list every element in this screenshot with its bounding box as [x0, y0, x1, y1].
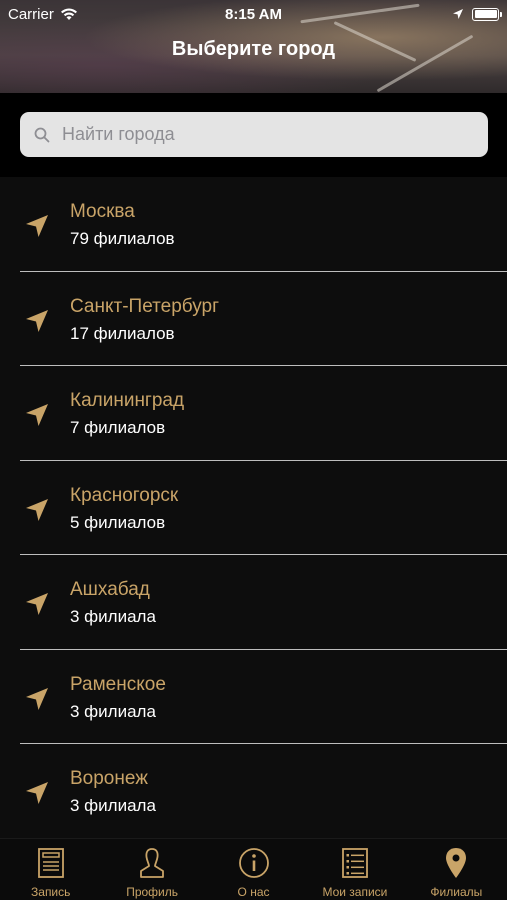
- city-name: Москва: [70, 201, 135, 222]
- branch-count: 79 филиалов: [70, 229, 175, 248]
- info-icon: [238, 848, 269, 878]
- list-icon: [342, 848, 368, 878]
- navigation-arrow-icon: [26, 404, 48, 426]
- city-row[interactable]: Москва 79 филиалов: [0, 177, 507, 272]
- header-banner: Carrier 8:15 AM Выберите город: [0, 0, 507, 93]
- map-pin-icon: [446, 848, 467, 878]
- page-title: Выберите город: [171, 38, 336, 60]
- city-row[interactable]: Раменское 3 филиала: [0, 650, 507, 744]
- tab-my-bookings[interactable]: Мои записи: [304, 839, 405, 900]
- tab-branches[interactable]: Филиалы: [406, 839, 507, 900]
- navigation-arrow-icon: [26, 782, 48, 804]
- city-name: Калининград: [70, 390, 185, 411]
- status-bar: Carrier 8:15 AM: [0, 0, 507, 28]
- person-icon: [140, 848, 165, 878]
- city-row[interactable]: Красногорск 5 филиалов: [0, 461, 507, 555]
- navigation-arrow-icon: [26, 498, 48, 521]
- navigation-arrow-icon: [26, 215, 48, 237]
- branch-count: 3 филиала: [70, 607, 156, 626]
- location-arrow-icon: [453, 9, 463, 19]
- branch-count: 17 филиалов: [70, 323, 175, 343]
- city-name: Красногорск: [70, 484, 179, 506]
- search-input[interactable]: [62, 124, 462, 145]
- wifi-icon: [60, 8, 77, 20]
- tab-label: Филиалы: [430, 885, 483, 899]
- tab-label: Запись: [31, 885, 71, 899]
- city-row[interactable]: Ашхабад 3 филиала: [0, 555, 507, 650]
- search-bar: [0, 93, 507, 177]
- tab-about[interactable]: О нас: [203, 839, 304, 900]
- tab-label: Мои записи: [322, 885, 388, 899]
- city-name: Воронеж: [70, 768, 148, 789]
- tab-profile[interactable]: Профиль: [101, 839, 202, 900]
- tab-label: Профиль: [126, 885, 179, 899]
- search-icon: [34, 127, 50, 142]
- city-row[interactable]: Воронеж 3 филиала: [0, 744, 507, 838]
- document-icon: [37, 848, 64, 878]
- branch-count: 3 филиала: [70, 796, 156, 815]
- carrier-label: Carrier: [8, 5, 54, 23]
- city-list: Москва 79 филиалов Санкт-Петербург 17 филиа…: [0, 177, 507, 838]
- search-field[interactable]: [20, 112, 488, 157]
- navigation-arrow-icon: [26, 687, 48, 710]
- city-row[interactable]: Калининград 7 филиалов: [0, 366, 507, 461]
- battery-icon: [472, 7, 502, 21]
- tab-bar: Запись Профиль О нас Мои записи Филиалы: [0, 838, 507, 900]
- city-row[interactable]: Санкт-Петербург 17 филиалов: [0, 272, 507, 366]
- navigation-arrow-icon: [26, 309, 48, 332]
- branch-count: 5 филиалов: [70, 512, 166, 532]
- city-name: Ашхабад: [70, 579, 150, 600]
- tab-label: О нас: [237, 885, 270, 899]
- navigation-arrow-icon: [26, 593, 48, 615]
- city-name: Раменское: [70, 673, 166, 695]
- tab-booking[interactable]: Запись: [0, 839, 101, 900]
- branch-count: 7 филиалов: [70, 418, 166, 437]
- city-name: Санкт-Петербург: [70, 295, 220, 317]
- branch-count: 3 филиала: [70, 701, 156, 721]
